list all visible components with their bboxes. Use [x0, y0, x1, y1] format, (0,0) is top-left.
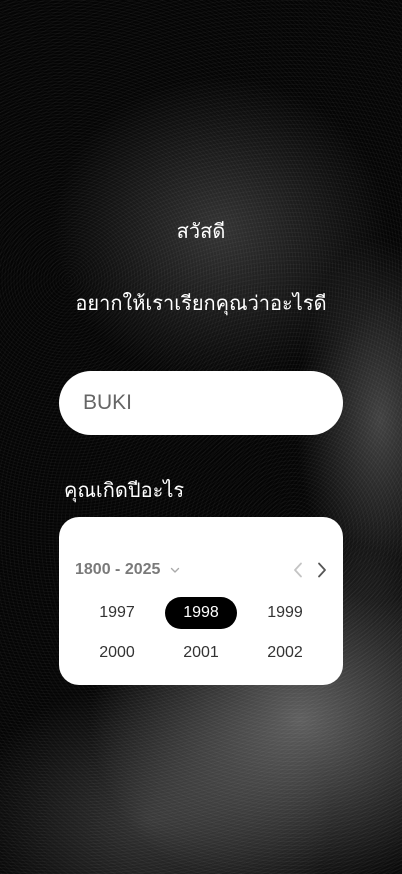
chevron-right-icon: [318, 562, 326, 578]
chevron-left-icon: [294, 562, 302, 578]
year-option[interactable]: 2000: [75, 637, 159, 669]
name-input[interactable]: BUKI: [59, 371, 343, 435]
year-option[interactable]: 1999: [243, 597, 327, 629]
name-input-value: BUKI: [83, 391, 133, 414]
prev-range-button[interactable]: [291, 560, 305, 580]
year-picker: 1800 - 2025 1997 1998 1999 2000 2001 200…: [59, 517, 343, 685]
year-range-label: 1800 - 2025: [75, 561, 161, 578]
greeting-text: สวัสดี: [176, 219, 226, 243]
name-question: อยากให้เราเรียกคุณว่าอะไรดี: [75, 291, 327, 315]
background-texture: [0, 0, 402, 874]
birth-year-question: คุณเกิดปีอะไร: [64, 478, 185, 502]
year-grid: 1997 1998 1999 2000 2001 2002: [75, 597, 327, 669]
year-nav: [291, 560, 329, 580]
year-option[interactable]: 2002: [243, 637, 327, 669]
year-option-selected[interactable]: 1998: [165, 597, 237, 629]
year-picker-header: 1800 - 2025: [75, 560, 329, 580]
chevron-down-icon: [171, 567, 180, 573]
year-option[interactable]: 1997: [75, 597, 159, 629]
next-range-button[interactable]: [315, 560, 329, 580]
year-range-toggle[interactable]: 1800 - 2025: [75, 561, 180, 579]
year-option[interactable]: 2001: [159, 637, 243, 669]
